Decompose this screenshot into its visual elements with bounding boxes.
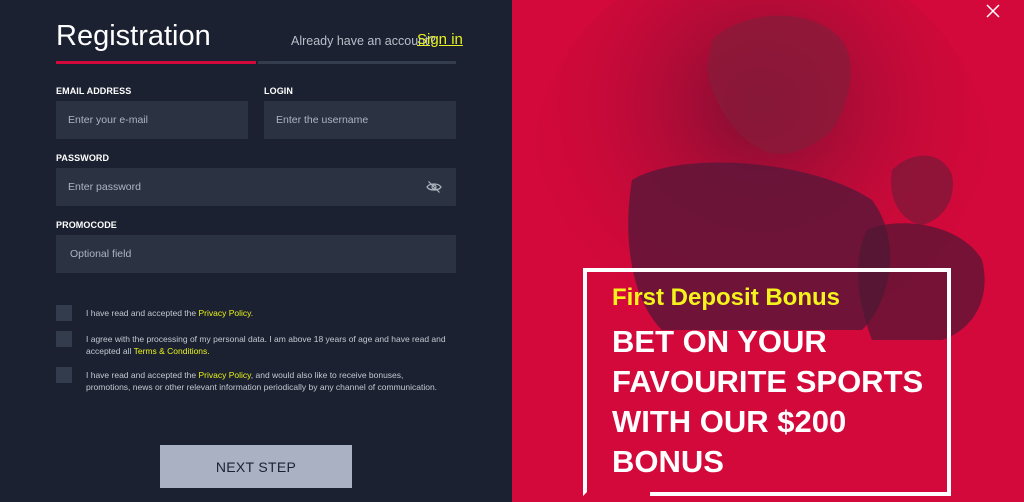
consent-text: I have read and accepted the — [86, 308, 197, 318]
promo-frame-bottom — [650, 492, 951, 496]
promocode-label: PROMOCODE — [56, 220, 117, 230]
promo-headline: BET ON YOUR FAVOURITE SPORTS WITH OUR $2… — [612, 324, 924, 479]
tab-underline-signin — [258, 61, 456, 64]
promo-subtitle: First Deposit Bonus — [612, 284, 841, 311]
privacy-policy-link[interactable]: Privacy Policy. — [199, 308, 254, 318]
login-label: LOGIN — [264, 86, 293, 96]
already-account-text: Already have an account? — [291, 34, 436, 48]
consent-terms-text: I agree with the processing of my person… — [86, 333, 446, 357]
privacy-policy-link[interactable]: Privacy Policy — [199, 370, 251, 380]
terms-checkbox[interactable] — [56, 331, 72, 347]
password-label: PASSWORD — [56, 153, 110, 163]
registration-panel: Registration Already have an account? Si… — [0, 0, 512, 502]
tab-underline-registration — [56, 61, 256, 64]
consent-privacy-text: I have read and accepted the Privacy Pol… — [86, 307, 446, 319]
password-input[interactable] — [56, 168, 456, 206]
eye-slash-icon[interactable] — [426, 180, 442, 194]
marketing-checkbox[interactable] — [56, 367, 72, 383]
email-input[interactable] — [56, 101, 248, 139]
privacy-checkbox[interactable] — [56, 305, 72, 321]
login-input[interactable] — [264, 101, 456, 139]
close-icon[interactable] — [985, 3, 1001, 19]
consent-marketing-text: I have read and accepted the Privacy Pol… — [86, 369, 446, 393]
sign-in-link[interactable]: Sign in — [417, 31, 463, 48]
consent-text: I have read and accepted the — [86, 370, 197, 380]
promocode-input[interactable] — [56, 235, 456, 273]
page-title: Registration — [56, 20, 211, 52]
next-step-button[interactable]: NEXT STEP — [160, 445, 352, 488]
email-label: EMAIL ADDRESS — [56, 86, 132, 96]
terms-conditions-link[interactable]: Terms & Conditions. — [134, 346, 210, 356]
